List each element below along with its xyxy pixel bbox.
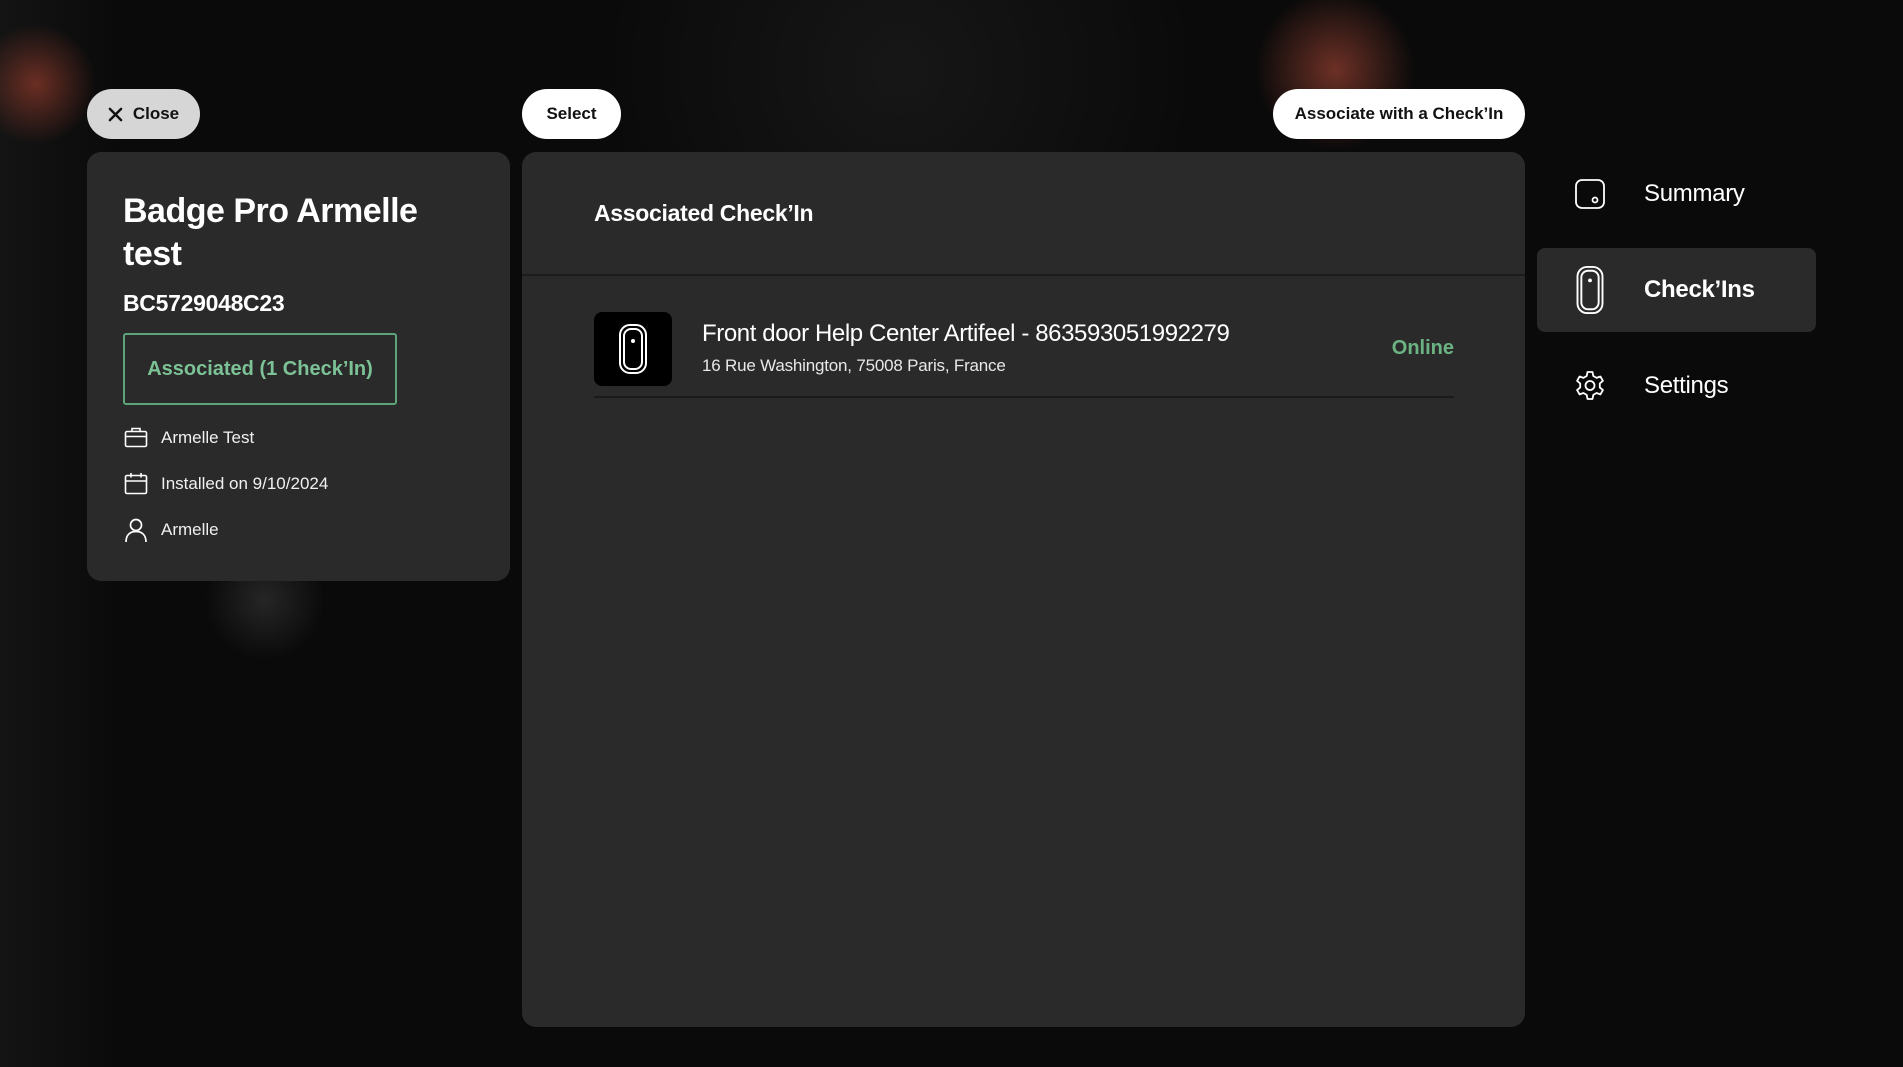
- calendar-icon: [124, 473, 148, 495]
- associate-checkin-button[interactable]: Associate with a Check’In: [1273, 89, 1525, 139]
- checkin-device-icon: [619, 324, 647, 374]
- associated-checkins-panel: Associated Check’In Front door Help Cent…: [522, 152, 1525, 1027]
- side-navigation: Summary Check’Ins Settings: [1537, 152, 1816, 428]
- checkin-name: Front door Help Center Artifeel - 863593…: [702, 320, 1230, 347]
- checkin-details: Front door Help Center Artifeel - 863593…: [702, 312, 1392, 376]
- badge-device-icon: [1575, 179, 1605, 209]
- user-icon: [125, 518, 147, 543]
- gear-icon: [1576, 371, 1604, 400]
- user-name: Armelle: [161, 520, 219, 539]
- checkin-device-icon: [1576, 265, 1604, 315]
- checkin-status-badge: Online: [1391, 337, 1454, 359]
- user-row: Armelle: [123, 517, 474, 543]
- installed-row: Installed on 9/10/2024: [123, 471, 474, 497]
- badge-serial: BC5729048C23: [123, 290, 285, 316]
- badge-info-card: Badge Pro Armelle test BC5729048C23 Asso…: [87, 152, 510, 581]
- checkin-thumbnail: [594, 312, 672, 386]
- close-button[interactable]: Close: [87, 89, 200, 139]
- nav-label-settings: Settings: [1644, 372, 1729, 399]
- nav-label-checkins: Check’Ins: [1644, 276, 1755, 303]
- briefcase-icon: [124, 427, 148, 448]
- close-icon: [108, 107, 123, 121]
- company-name: Armelle Test: [161, 428, 255, 447]
- nav-label-summary: Summary: [1644, 180, 1745, 207]
- nav-item-settings[interactable]: Settings: [1537, 344, 1816, 428]
- panel-title: Associated Check’In: [522, 152, 1525, 276]
- checkin-list-item[interactable]: Front door Help Center Artifeel - 863593…: [594, 312, 1454, 398]
- nav-item-summary[interactable]: Summary: [1537, 152, 1816, 236]
- installed-date: Installed on 9/10/2024: [161, 474, 329, 493]
- nav-item-checkins[interactable]: Check’Ins: [1537, 248, 1816, 332]
- checkin-address: 16 Rue Washington, 75008 Paris, France: [702, 356, 1006, 375]
- badge-title: Badge Pro Armelle test: [123, 192, 418, 273]
- close-label: Close: [132, 104, 180, 123]
- select-button[interactable]: Select: [522, 89, 621, 139]
- company-row: Armelle Test: [123, 425, 474, 451]
- association-status-badge: Associated (1 Check’In): [123, 333, 397, 405]
